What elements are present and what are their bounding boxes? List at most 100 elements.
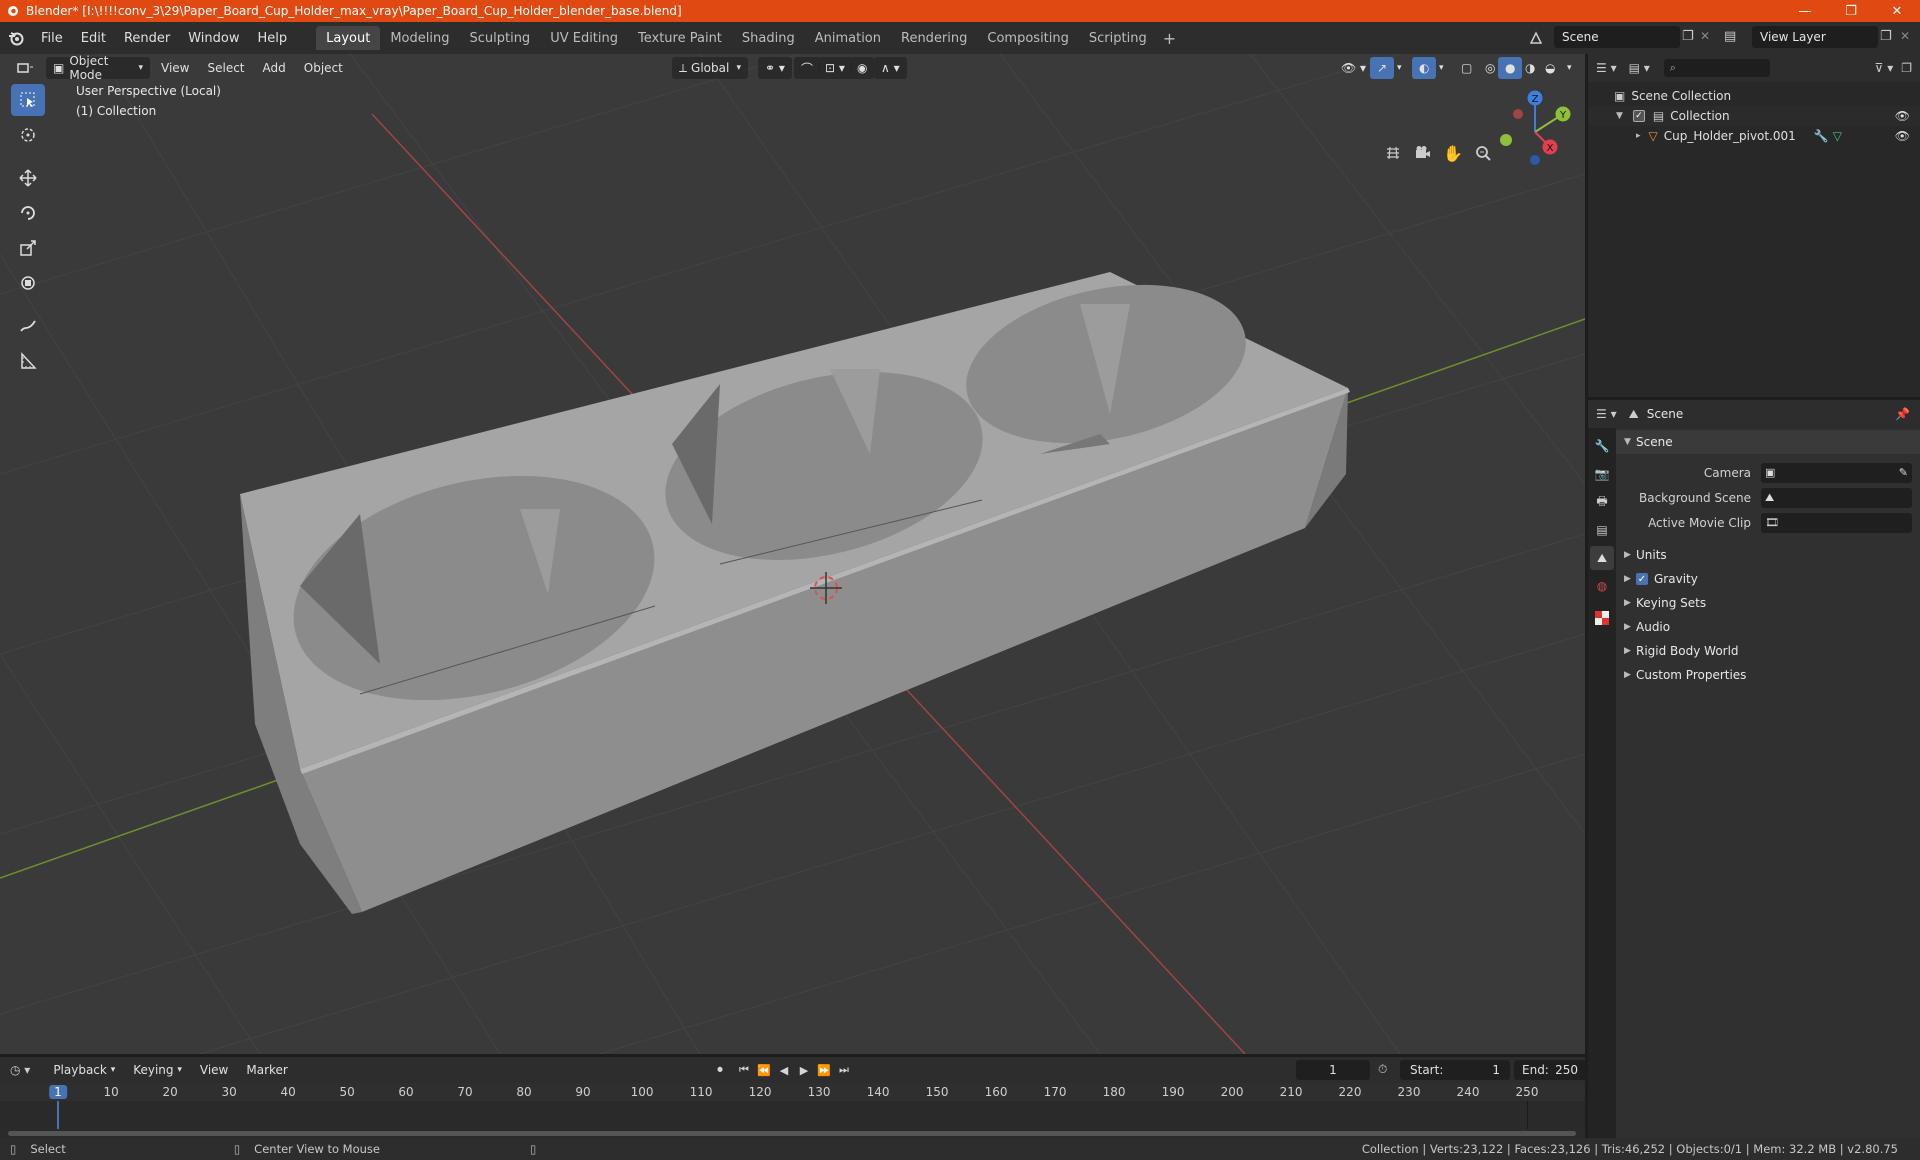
3d-viewport[interactable]: ▣ Object Mode ▾ View Select Add Object ⟂…: [0, 54, 1585, 1054]
start-frame-field[interactable]: Start: 1: [1400, 1060, 1510, 1080]
tab-shading[interactable]: Shading: [732, 26, 805, 50]
cursor-tool-icon[interactable]: [11, 119, 45, 151]
select-box-tool-icon[interactable]: [11, 84, 45, 116]
eyedropper-icon[interactable]: ✎: [1899, 466, 1908, 479]
scene-type-icon[interactable]: [1528, 30, 1544, 49]
viewport-menu-select[interactable]: Select: [200, 57, 251, 79]
snap-target-icon[interactable]: ⊡ ▾: [818, 57, 852, 79]
expand-arrow-icon[interactable]: ▼: [1616, 111, 1623, 121]
delete-scene-icon[interactable]: ✕: [1700, 29, 1710, 43]
timeline-ruler[interactable]: 1 10 20 30 40 50 60 70 80 90 100 110 120 130 140 150 160…: [0, 1083, 1585, 1101]
scene-tab-icon[interactable]: ⛰: [1590, 546, 1614, 570]
stopwatch-icon[interactable]: ⏱: [1378, 1062, 1387, 1077]
jump-start-icon[interactable]: ⏮: [734, 1060, 754, 1080]
outliner-editor-type-icon[interactable]: ☰ ▾: [1596, 61, 1617, 75]
measure-tool-icon[interactable]: [11, 345, 45, 377]
output-tab-icon[interactable]: 🖶: [1590, 490, 1614, 514]
outliner-search-input[interactable]: ⌕: [1663, 59, 1770, 77]
menu-window[interactable]: Window: [179, 22, 248, 54]
overlays-dropdown-icon[interactable]: ▾: [1432, 57, 1451, 79]
tab-uv-editing[interactable]: UV Editing: [540, 26, 628, 50]
tab-texture-paint[interactable]: Texture Paint: [628, 26, 732, 50]
texture-tab-icon[interactable]: [1590, 606, 1614, 630]
tab-sculpting[interactable]: Sculpting: [459, 26, 540, 50]
audio-panel-header[interactable]: ▶ Audio: [1616, 615, 1920, 639]
mesh-data-icon[interactable]: ▽: [1833, 129, 1842, 143]
view-layer-selector[interactable]: View Layer: [1752, 26, 1878, 48]
play-icon[interactable]: ▶: [794, 1060, 814, 1080]
units-panel-header[interactable]: ▶ Units: [1616, 543, 1920, 567]
tab-layout[interactable]: Layout: [316, 26, 381, 50]
jump-next-keyframe-icon[interactable]: ⏩: [814, 1060, 834, 1080]
delete-view-layer-icon[interactable]: ✕: [1900, 29, 1910, 43]
menu-render[interactable]: Render: [115, 22, 179, 54]
visibility-icon[interactable]: 👁 ▾: [1334, 57, 1373, 79]
new-view-layer-icon[interactable]: ❐: [1880, 29, 1892, 44]
outliner-row-object[interactable]: ▸ ▽ Cup_Holder_pivot.001 🔧 ▽ 👁: [1588, 126, 1920, 146]
expand-arrow-icon[interactable]: ▸: [1636, 131, 1641, 141]
xray-icon[interactable]: ▢: [1454, 57, 1479, 79]
transform-tool-icon[interactable]: [11, 267, 45, 299]
keying-sets-panel-header[interactable]: ▶ Keying Sets: [1616, 591, 1920, 615]
timeline-scrollbar[interactable]: [8, 1131, 1576, 1136]
snap-icon[interactable]: ⌒: [794, 57, 821, 79]
timeline-track[interactable]: [0, 1101, 1585, 1129]
outliner-row-collection[interactable]: ▼ ✓ ▤ Collection 👁: [1588, 106, 1920, 126]
jump-prev-keyframe-icon[interactable]: ⏪: [754, 1060, 774, 1080]
custom-properties-panel-header[interactable]: ▶ Custom Properties: [1616, 663, 1920, 687]
rigid-body-world-panel-header[interactable]: ▶ Rigid Body World: [1616, 639, 1920, 663]
timeline-menu-keying[interactable]: Keying ▾: [126, 1059, 189, 1081]
annotate-tool-icon[interactable]: [11, 310, 45, 342]
tab-scripting[interactable]: Scripting: [1079, 26, 1157, 50]
filter-icon[interactable]: ⊽ ▾: [1875, 61, 1894, 75]
active-movie-clip-field[interactable]: 🎞: [1761, 512, 1912, 533]
viewport-menu-view[interactable]: View: [154, 57, 196, 79]
move-tool-icon[interactable]: [11, 162, 45, 194]
camera-field[interactable]: ▣ ✎: [1761, 462, 1912, 483]
world-tab-icon[interactable]: ◍: [1590, 574, 1614, 598]
new-collection-icon[interactable]: ❐: [1901, 61, 1912, 75]
pin-icon[interactable]: 📌: [1895, 407, 1910, 421]
timeline-menu-playback[interactable]: Playback ▾: [46, 1059, 122, 1081]
scene-panel-header[interactable]: ▼ Scene: [1616, 430, 1920, 454]
restore-button[interactable]: ❐: [1828, 0, 1874, 22]
timeline-menu-marker[interactable]: Marker: [239, 1059, 294, 1081]
menu-help[interactable]: Help: [249, 22, 297, 54]
new-scene-icon[interactable]: ❐: [1682, 29, 1694, 44]
transform-orientation-dropdown[interactable]: ⟂ Global ▾: [672, 57, 748, 79]
view-layer-icon[interactable]: ▤: [1724, 29, 1736, 44]
falloff-icon[interactable]: ∧ ▾: [874, 57, 907, 79]
timeline-menu-view[interactable]: View: [193, 1059, 235, 1081]
view-layer-tab-icon[interactable]: ▤: [1590, 518, 1614, 542]
orientation-gizmo[interactable]: Z Y X: [1490, 84, 1580, 174]
gravity-panel-header[interactable]: ▶ ✓ Gravity: [1616, 567, 1920, 591]
timeline-editor-type-icon[interactable]: ◷ ▾: [10, 1063, 30, 1077]
menu-file[interactable]: File: [32, 22, 72, 54]
eye-icon[interactable]: 👁: [1895, 109, 1910, 123]
rotate-tool-icon[interactable]: [11, 197, 45, 229]
scene-selector[interactable]: Scene: [1554, 26, 1680, 48]
background-scene-field[interactable]: ⛰: [1761, 487, 1912, 508]
properties-editor-type-icon[interactable]: ☰ ▾: [1596, 407, 1617, 421]
camera-view-icon[interactable]: [1410, 140, 1436, 166]
tab-compositing[interactable]: Compositing: [977, 26, 1079, 50]
menu-edit[interactable]: Edit: [72, 22, 115, 54]
end-frame-field[interactable]: End: 250: [1514, 1060, 1586, 1080]
proportional-edit-icon[interactable]: ◉: [850, 57, 875, 79]
blender-logo-icon[interactable]: [0, 22, 32, 54]
add-workspace-button[interactable]: +: [1157, 29, 1182, 48]
gizmo-dropdown-icon[interactable]: ▾: [1390, 57, 1409, 79]
viewport-menu-add[interactable]: Add: [256, 57, 293, 79]
current-frame-field[interactable]: 1: [1296, 1060, 1370, 1080]
minimize-button[interactable]: —: [1782, 0, 1828, 22]
render-tab-icon[interactable]: 📷: [1590, 462, 1614, 486]
jump-end-icon[interactable]: ⏭: [834, 1060, 854, 1080]
record-icon[interactable]: ⏺: [710, 1060, 730, 1080]
editor-type-button[interactable]: [10, 57, 42, 79]
outliner-row-scene-collection[interactable]: ▣ Scene Collection: [1588, 86, 1920, 106]
shading-dropdown-icon[interactable]: ▾: [1560, 57, 1579, 79]
tool-tab-icon[interactable]: 🔧: [1590, 434, 1614, 458]
rendered-shading-icon[interactable]: ◒: [1538, 57, 1562, 79]
toggle-camera-ortho-icon[interactable]: [1380, 140, 1406, 166]
play-reverse-icon[interactable]: ◀: [774, 1060, 794, 1080]
